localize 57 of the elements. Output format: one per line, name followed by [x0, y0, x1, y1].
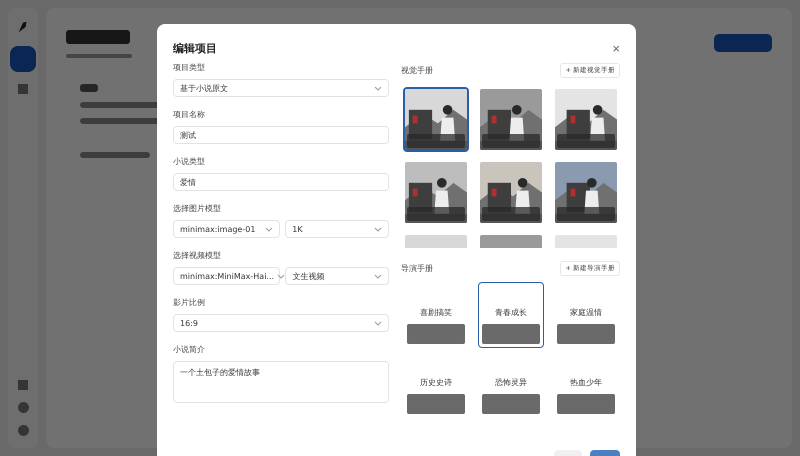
blurred-heading [66, 30, 130, 44]
caption-bar [482, 324, 540, 344]
input-field[interactable]: 爱情 [173, 173, 390, 191]
section-title: 视觉手册 [401, 64, 434, 76]
home-button[interactable] [10, 46, 36, 72]
field-label: 小说类型 [173, 156, 206, 168]
field-label: 小说简介 [173, 344, 206, 356]
caption-bar [407, 207, 466, 221]
user-icon[interactable] [18, 402, 28, 413]
blurred-text [80, 84, 98, 92]
section-title: 导演手册 [401, 262, 434, 274]
chevron-icon [374, 274, 382, 278]
select-field[interactable]: 文生视频 [285, 267, 390, 285]
style-card[interactable] [478, 87, 544, 152]
caption-bar [557, 324, 616, 344]
primary-button[interactable] [714, 34, 772, 52]
caption-bar [407, 394, 466, 414]
style-card[interactable] [478, 160, 544, 225]
textarea-field[interactable]: 一个土包子的爱情故事 [173, 361, 390, 403]
director-card[interactable]: 恐怖灵异 [478, 352, 544, 418]
select-field[interactable]: 1K [285, 220, 390, 238]
director-card[interactable]: 喜剧搞笑 [403, 282, 470, 348]
blurred-text [80, 152, 150, 158]
dialog-title: 编辑项目 [173, 40, 217, 56]
blurred-text [66, 54, 132, 58]
style-card[interactable] [553, 160, 620, 225]
style-card[interactable] [553, 87, 620, 152]
chevron-icon [374, 86, 382, 90]
caption-bar [557, 207, 616, 221]
style-card[interactable] [403, 160, 470, 225]
close-button[interactable]: × [612, 40, 620, 56]
chevron-icon [374, 320, 382, 326]
input-field[interactable]: 测试 [173, 126, 390, 144]
caption-bar [407, 324, 466, 344]
style-card[interactable] [403, 87, 470, 152]
caption-bar [482, 207, 540, 221]
director-card[interactable]: 历史史诗 [403, 352, 470, 418]
settings-icon[interactable] [18, 425, 28, 436]
caption-bar [482, 134, 540, 148]
select-field[interactable]: 基于小说原文 [173, 79, 390, 97]
caption-bar [557, 134, 616, 148]
caption-bar [557, 394, 616, 414]
field-label: 选择图片模型 [173, 203, 222, 215]
caption-bar [407, 134, 466, 148]
director-card[interactable]: 热血少年 [553, 352, 620, 418]
select-field[interactable]: 16:9 [173, 314, 390, 332]
field-label: 影片比例 [173, 297, 206, 309]
field-label: 选择视频模型 [173, 250, 222, 262]
chevron-icon [374, 226, 382, 232]
field-label: 项目类型 [173, 62, 206, 74]
director-card[interactable]: 家庭温情 [553, 282, 620, 348]
field-label: 项目名称 [173, 109, 206, 121]
chevron-icon [277, 274, 286, 278]
select-field[interactable]: minimax:image-01 [173, 220, 280, 238]
caption-bar [482, 394, 540, 414]
chevron-icon [265, 226, 274, 232]
director-card[interactable]: 青春成长 [478, 282, 544, 348]
